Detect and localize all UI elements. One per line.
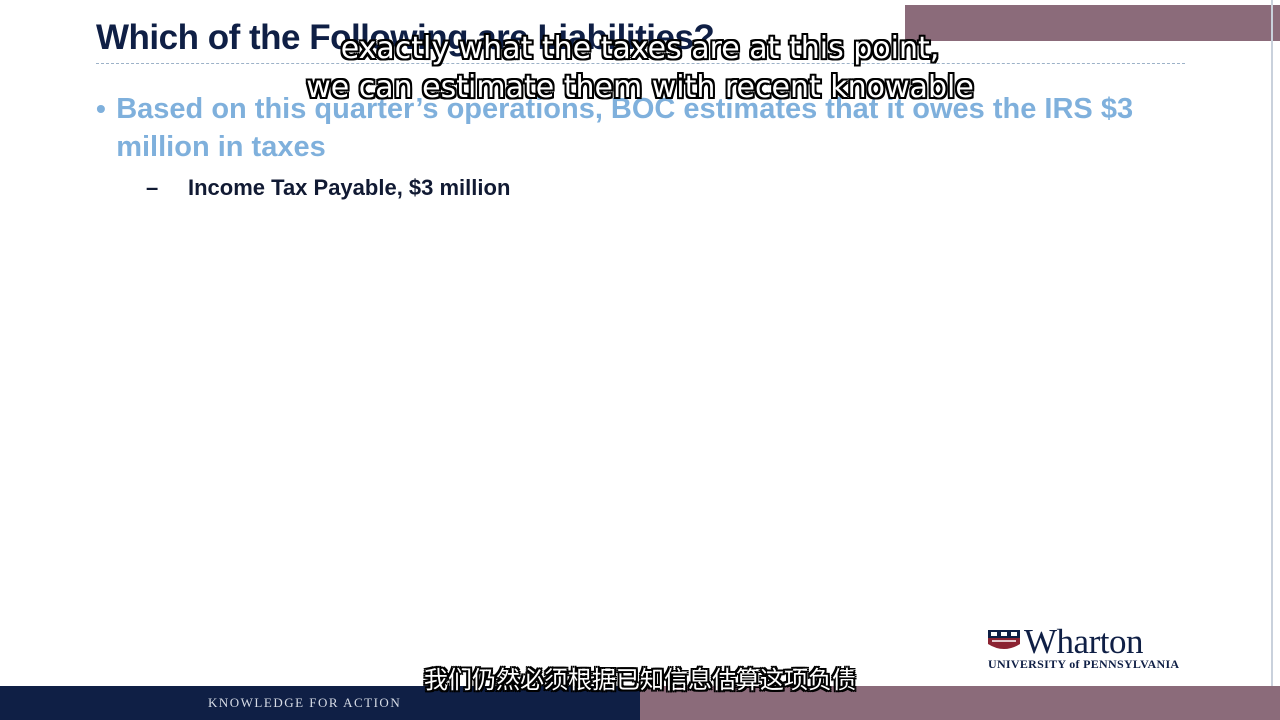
subtitle-chinese: 我们仍然必须根据已知信息估算这项负债 bbox=[424, 666, 856, 694]
subtitle-line-2: we can estimate them with recent knowabl… bbox=[306, 70, 974, 105]
subtitle-line-1: exactly what the taxes are at this point… bbox=[340, 31, 940, 66]
sub-bullet-text: Income Tax Payable, $3 million bbox=[188, 175, 511, 200]
sub-bullet-item: – Income Tax Payable, $3 million bbox=[146, 175, 510, 201]
sub-bullet-dash: – bbox=[146, 175, 159, 200]
logo-wordmark: Wharton bbox=[1024, 622, 1143, 661]
slide: Which of the Following are Liabilities? … bbox=[0, 0, 1280, 720]
footer-tagline: KNOWLEDGE FOR ACTION bbox=[208, 695, 402, 710]
penn-shield-icon bbox=[988, 630, 1020, 649]
